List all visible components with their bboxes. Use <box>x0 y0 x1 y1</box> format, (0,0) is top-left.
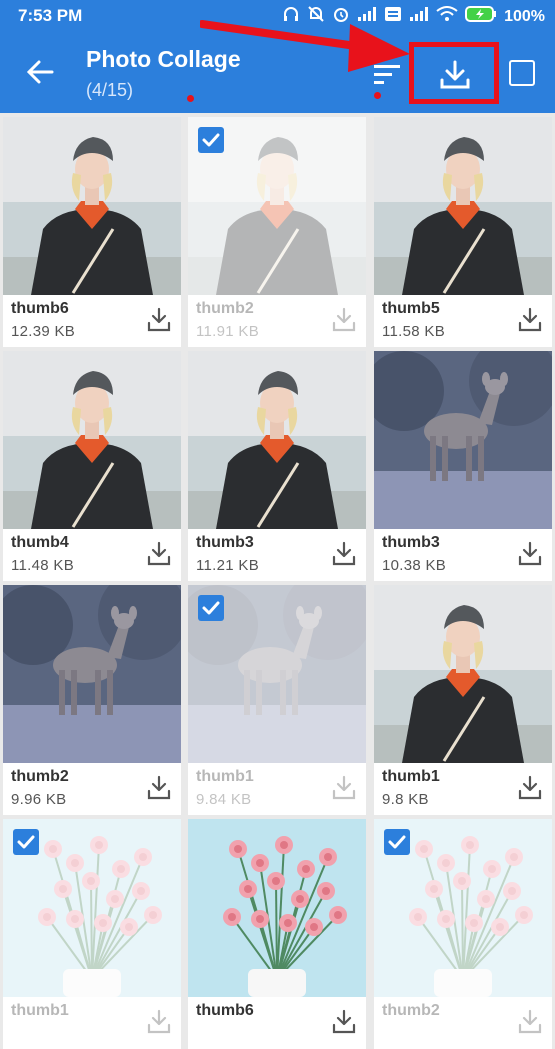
selected-checkbox[interactable] <box>198 595 224 621</box>
download-icon[interactable] <box>147 541 171 567</box>
photo-name: thumb1 <box>196 768 254 785</box>
woman-thumbnail[interactable] <box>374 585 552 763</box>
photo-size: 11.48 KB <box>11 557 75 574</box>
highlight-box <box>409 42 499 104</box>
photo-name: thumb1 <box>382 768 440 785</box>
photo-tile[interactable]: thumb1 <box>3 819 181 1049</box>
photo-name: thumb4 <box>11 534 69 551</box>
flowers-thumbnail[interactable] <box>188 819 366 997</box>
photo-tile[interactable]: thumb2 <box>374 819 552 1049</box>
deer-thumbnail[interactable] <box>3 585 181 763</box>
woman-thumbnail[interactable] <box>3 351 181 529</box>
photo-name: thumb3 <box>382 534 440 551</box>
photo-name: thumb6 <box>196 1002 254 1019</box>
download-icon[interactable] <box>332 307 356 333</box>
photo-tile[interactable]: thumb3 10.38 KB <box>374 351 552 581</box>
annotation-dot-2 <box>374 92 381 99</box>
selected-checkbox[interactable] <box>198 127 224 153</box>
photo-tile[interactable]: thumb3 11.21 KB <box>188 351 366 581</box>
photo-tile[interactable]: thumb5 11.58 KB <box>374 117 552 347</box>
download-icon[interactable] <box>332 541 356 567</box>
download-icon[interactable] <box>518 307 542 333</box>
photo-name: thumb2 <box>196 300 254 317</box>
battery-icon <box>465 6 497 27</box>
status-time: 7:53 PM <box>18 6 83 25</box>
photo-tile[interactable]: thumb1 9.8 KB <box>374 585 552 815</box>
photo-size: 10.38 KB <box>382 557 447 574</box>
back-arrow-icon[interactable] <box>24 56 56 88</box>
photo-name: thumb5 <box>382 300 440 317</box>
photo-name: thumb6 <box>11 300 69 317</box>
photo-name: thumb1 <box>11 1002 69 1019</box>
download-icon[interactable] <box>147 775 171 801</box>
photo-size: 9.96 KB <box>11 791 67 808</box>
photo-tile[interactable]: thumb2 9.96 KB <box>3 585 181 815</box>
battery-percent: 100% <box>504 7 545 25</box>
photo-size: 11.58 KB <box>382 323 446 340</box>
photo-tile[interactable]: thumb6 12.39 KB <box>3 117 181 347</box>
photo-tile[interactable]: thumb4 11.48 KB <box>3 351 181 581</box>
annotation-arrow <box>200 20 410 72</box>
photo-size: 9.84 KB <box>196 791 252 808</box>
selected-checkbox[interactable] <box>13 829 39 855</box>
download-icon[interactable] <box>332 1009 356 1035</box>
photo-name: thumb2 <box>382 1002 440 1019</box>
photo-name: thumb2 <box>11 768 69 785</box>
download-icon[interactable] <box>518 775 542 801</box>
photo-tile[interactable]: thumb1 9.84 KB <box>188 585 366 815</box>
photo-size: 12.39 KB <box>11 323 76 340</box>
download-icon[interactable] <box>147 307 171 333</box>
photo-grid: thumb6 12.39 KB thumb2 11.91 KB thumb5 11.58 … <box>0 113 555 1049</box>
download-icon[interactable] <box>518 1009 542 1035</box>
photo-name: thumb3 <box>196 534 254 551</box>
download-icon[interactable] <box>518 541 542 567</box>
woman-thumbnail[interactable] <box>374 117 552 295</box>
deer-thumbnail[interactable] <box>374 351 552 529</box>
photo-tile[interactable]: thumb2 11.91 KB <box>188 117 366 347</box>
photo-size: 9.8 KB <box>382 791 429 808</box>
selection-count: (4/15) <box>86 80 134 100</box>
wifi-icon <box>436 6 458 27</box>
woman-thumbnail[interactable] <box>3 117 181 295</box>
selected-checkbox[interactable] <box>384 829 410 855</box>
woman-thumbnail[interactable] <box>188 351 366 529</box>
download-icon[interactable] <box>332 775 356 801</box>
annotation-dot-1 <box>187 95 194 102</box>
photo-size: 11.21 KB <box>196 557 260 574</box>
select-all-checkbox[interactable] <box>509 60 535 86</box>
photo-tile[interactable]: thumb6 <box>188 819 366 1049</box>
photo-size: 11.91 KB <box>196 323 260 340</box>
download-icon[interactable] <box>147 1009 171 1035</box>
